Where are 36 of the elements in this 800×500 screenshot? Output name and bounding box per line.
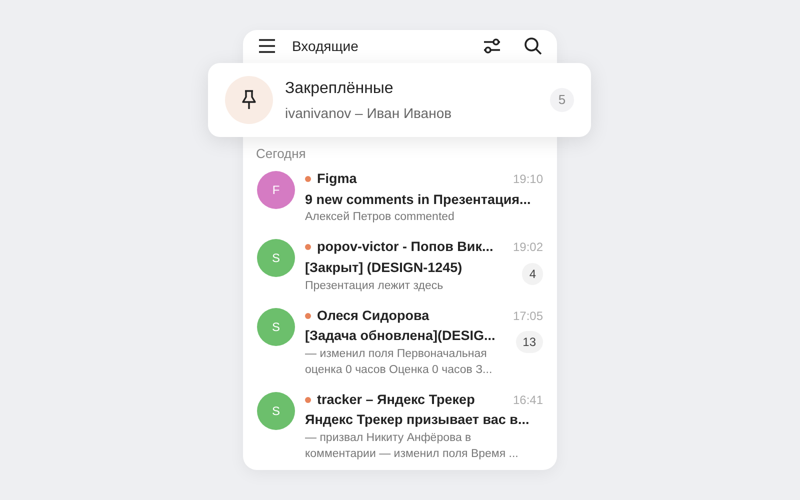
preview-text: — изменил поля Первоначальная оценка 0 часов Оценка 0 часов З...: [305, 346, 494, 378]
pinned-card[interactable]: Закреплённые ivanivanov – Иван Иванов 5: [208, 63, 591, 137]
time: 19:10: [512, 171, 543, 188]
avatar: S: [257, 308, 295, 346]
pin-icon: [239, 89, 259, 111]
count-badge: 5: [550, 88, 574, 112]
sender-name: popov-victor - Попов Вик...: [317, 238, 494, 256]
avatar: F: [257, 171, 295, 209]
preview-text: — призвал Никиту Анфёрова в комментарии — изменил поля Время ...: [305, 431, 520, 462]
count-badge: 4: [522, 263, 543, 285]
menu-icon[interactable]: [258, 39, 276, 54]
subject: Яндекс Трекер призывает вас в...: [305, 411, 530, 430]
sender-name: Figma: [317, 170, 358, 188]
time: 19:02: [512, 239, 543, 256]
preview-text: Алексей Петров commented: [305, 210, 456, 226]
avatar: S: [257, 239, 295, 278]
message-row[interactable]: S tracker – Яндекс Трекер 16:41 Яндекс Трекер призывает вас в... — призвал Никиту Анфёрова в комментарии — изменил поля Время ...: [243, 386, 557, 470]
subject: 9 new comments in Презентация...: [305, 190, 532, 209]
sender-name: tracker – Яндекс Трекер: [317, 390, 476, 409]
preview-text: Презентация лежит здесь: [305, 278, 444, 294]
filter-icon[interactable]: [482, 37, 502, 56]
time: 16:41: [512, 392, 543, 409]
subject: [Задача обновлена](DESIG...: [305, 327, 496, 346]
pinned-subtitle: ivanivanov – Иван Иванов: [285, 104, 453, 122]
time: 17:05: [512, 308, 543, 325]
avatar: S: [257, 392, 295, 430]
section-label: Сегодня: [255, 145, 307, 163]
message-row[interactable]: S popov-victor - Попов Вик... 19:02 [Закрыт] (DESIGN-1245) 4 Презентация лежит здесь: [243, 233, 557, 302]
pinned-title: Закреплённые: [285, 78, 394, 98]
message-row[interactable]: F Figma 19:10 9 new comments in Презентация... Алексей Петров commented: [243, 165, 557, 234]
sender-name: Олеся Сидорова: [317, 306, 430, 325]
subject: [Закрыт] (DESIGN-1245): [305, 258, 464, 277]
header-title: Входящие: [292, 36, 360, 56]
search-icon[interactable]: [524, 37, 542, 56]
count-badge: 13: [516, 331, 543, 354]
message-row[interactable]: S Олеся Сидорова 17:05 [Задача обновлена](DESIG... 13 — изменил поля Первоначальная оценка 0 часов Оценка 0 часов З...: [243, 302, 557, 386]
